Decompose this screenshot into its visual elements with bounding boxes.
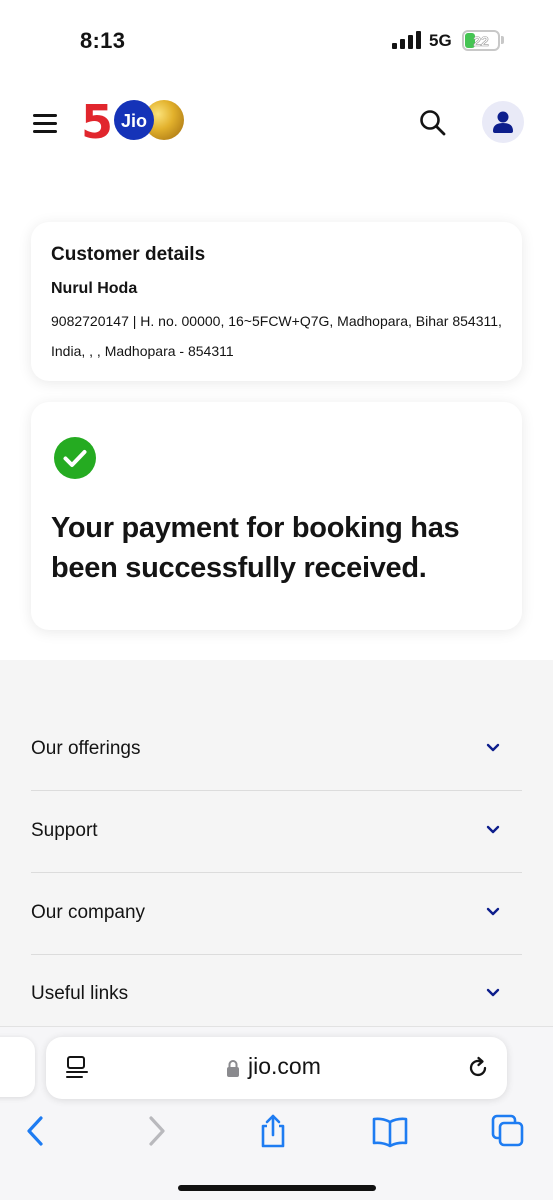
footer-section-our-company[interactable]: Our company: [31, 874, 522, 955]
logo-brand: Jio: [121, 111, 147, 131]
status-bar: 8:13 5G 22: [0, 0, 553, 80]
footer-section-label: Useful links: [31, 983, 129, 1004]
logo-numeral: 5: [82, 98, 113, 142]
jio-500-logo[interactable]: 5 Jio: [82, 98, 186, 142]
payment-status-card: Your payment for booking has been succes…: [31, 402, 522, 630]
payment-success-message: Your payment for booking has been succes…: [51, 512, 460, 584]
address-bar[interactable]: jio.com: [46, 1037, 507, 1099]
customer-address: 9082720147 | H. no. 00000, 16~5FCW+Q7G, …: [51, 313, 502, 359]
chevron-down-icon: [486, 743, 500, 752]
site-header: 5 Jio: [0, 80, 553, 170]
search-icon[interactable]: [418, 108, 448, 138]
previous-tab-preview[interactable]: [0, 1037, 35, 1097]
tabs-icon[interactable]: [490, 1113, 526, 1149]
battery-tip: [501, 36, 504, 44]
forward-icon[interactable]: [138, 1113, 174, 1149]
profile-avatar[interactable]: [482, 101, 524, 143]
network-type: 5G: [429, 31, 452, 50]
page-menu-icon[interactable]: [66, 1056, 88, 1080]
footer-section-label: Our company: [31, 902, 146, 923]
browser-toolbar: jio.com: [0, 1026, 553, 1200]
battery-icon: 22: [462, 30, 500, 51]
share-icon[interactable]: [255, 1113, 291, 1149]
url-text: jio.com: [248, 1053, 321, 1079]
status-time: 8:13: [80, 28, 126, 53]
customer-details-card: Customer details Nurul Hoda 9082720147 |…: [31, 222, 522, 381]
reload-icon[interactable]: [466, 1056, 490, 1080]
user-icon: [493, 111, 513, 133]
chevron-down-icon: [486, 907, 500, 916]
chevron-down-icon: [486, 988, 500, 997]
footer-section-useful-links[interactable]: Useful links: [31, 955, 522, 1036]
footer-section-label: Support: [31, 820, 98, 841]
home-indicator[interactable]: [178, 1185, 376, 1191]
footer-section-our-offerings[interactable]: Our offerings: [31, 710, 522, 791]
hamburger-icon[interactable]: [33, 114, 57, 134]
back-icon[interactable]: [18, 1113, 54, 1149]
footer-section-support[interactable]: Support: [31, 792, 522, 873]
battery-percent: 22: [473, 33, 489, 50]
footer: Our offerings Support Our company Useful…: [0, 660, 553, 1028]
bookmarks-icon[interactable]: [372, 1113, 408, 1149]
footer-section-label: Our offerings: [31, 738, 141, 759]
customer-details-title: Customer details: [51, 244, 206, 265]
lock-icon: [227, 1060, 239, 1077]
chevron-down-icon: [486, 825, 500, 834]
customer-name: Nurul Hoda: [51, 280, 138, 297]
check-circle-icon: [54, 437, 96, 479]
cellular-signal-icon: [392, 31, 421, 49]
